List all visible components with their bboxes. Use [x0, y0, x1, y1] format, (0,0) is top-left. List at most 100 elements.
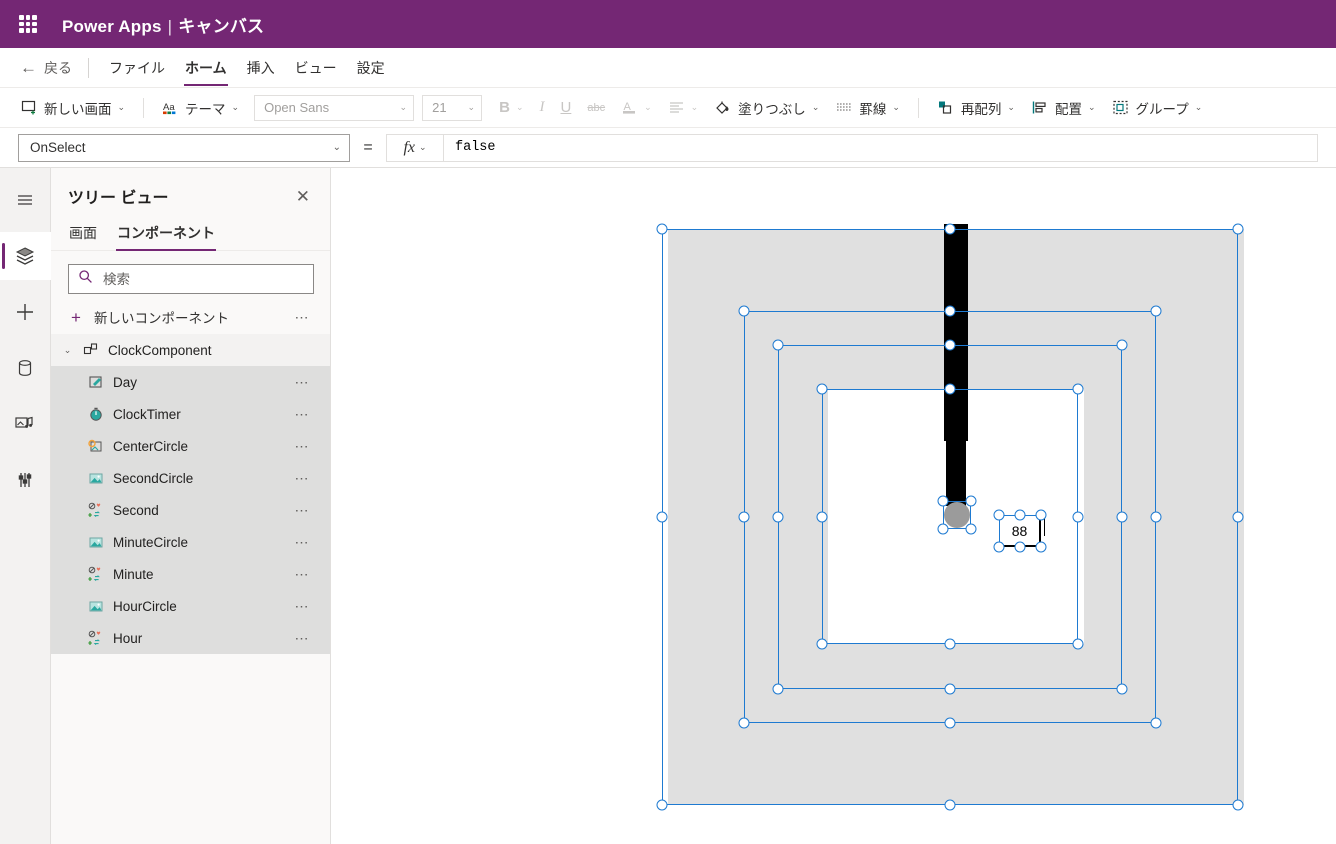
design-canvas[interactable]: 88: [331, 168, 1336, 844]
minutecircle-handle-e[interactable]: [1116, 511, 1128, 523]
minutecircle-handle-ne[interactable]: [1116, 339, 1128, 351]
app-launcher-icon[interactable]: [12, 8, 44, 40]
tab-screens[interactable]: 画面: [68, 218, 98, 250]
italic-button[interactable]: I: [532, 94, 551, 121]
search-input[interactable]: [101, 270, 304, 288]
secondcircle-handle-n[interactable]: [944, 383, 956, 395]
secondcircle-handle-e[interactable]: [1072, 511, 1084, 523]
back-button[interactable]: ← 戻る: [14, 58, 78, 78]
tree-node-overflow-icon[interactable]: ⋯: [295, 598, 315, 615]
secondcircle-handle-sw[interactable]: [816, 638, 828, 650]
centercircle-handle-sw[interactable]: [937, 523, 949, 535]
close-icon[interactable]: ✕: [292, 186, 314, 207]
tree-node-overflow-icon[interactable]: ⋯: [295, 374, 315, 391]
data-cylinder-icon[interactable]: [0, 344, 51, 392]
secondcircle-handle-w[interactable]: [816, 511, 828, 523]
align-objects-button[interactable]: 配置 ⌄: [1024, 93, 1103, 123]
tree-node-clockcomponent[interactable]: ⌄ ClockComponent: [51, 334, 330, 366]
menu-item-file[interactable]: ファイル: [99, 51, 175, 85]
minutecircle-handle-n[interactable]: [944, 339, 956, 351]
new-component-overflow-icon[interactable]: ⋯: [295, 309, 315, 326]
tree-node-overflow-icon[interactable]: ⋯: [295, 406, 315, 423]
secondcircle-handle-se[interactable]: [1072, 638, 1084, 650]
hourcircle-handle-w[interactable]: [738, 511, 750, 523]
border-button[interactable]: 罫線 ⌄: [828, 93, 907, 123]
label-handle-n[interactable]: [1014, 509, 1026, 521]
hourcircle-handle-n[interactable]: [944, 305, 956, 317]
resize-handle-sw[interactable]: [656, 799, 668, 811]
centercircle-handle-nw[interactable]: [937, 495, 949, 507]
label-handle-ne[interactable]: [1035, 509, 1047, 521]
tree-node-minute[interactable]: Minute ⋯: [51, 558, 330, 590]
resize-handle-nw[interactable]: [656, 223, 668, 235]
resize-handle-s[interactable]: [944, 799, 956, 811]
secondcircle-handle-nw[interactable]: [816, 383, 828, 395]
font-family-select[interactable]: Open Sans ⌄: [254, 94, 415, 121]
chevron-down-icon[interactable]: ⌄: [61, 345, 74, 356]
minutecircle-handle-nw[interactable]: [772, 339, 784, 351]
centercircle-handle-ne[interactable]: [965, 495, 977, 507]
label-handle-sw[interactable]: [993, 541, 1005, 553]
new-component-button[interactable]: + 新しいコンポーネント ⋯: [51, 300, 330, 334]
tree-node-second[interactable]: Second ⋯: [51, 494, 330, 526]
label-handle-se[interactable]: [1035, 541, 1047, 553]
tree-node-overflow-icon[interactable]: ⋯: [295, 438, 315, 455]
variables-icon[interactable]: [0, 456, 51, 504]
hourcircle-handle-e[interactable]: [1150, 511, 1162, 523]
menu-item-settings[interactable]: 設定: [347, 51, 395, 85]
secondcircle-handle-ne[interactable]: [1072, 383, 1084, 395]
hourcircle-handle-sw[interactable]: [738, 717, 750, 729]
tree-node-clocktimer[interactable]: ClockTimer ⋯: [51, 398, 330, 430]
tree-view-layers-icon[interactable]: [0, 232, 51, 280]
insert-plus-icon[interactable]: [0, 288, 51, 336]
tree-node-overflow-icon[interactable]: ⋯: [295, 502, 315, 519]
minutecircle-handle-s[interactable]: [944, 683, 956, 695]
hamburger-menu-icon[interactable]: [0, 176, 51, 224]
reorder-button[interactable]: 再配列 ⌄: [930, 93, 1022, 123]
tree-node-hour[interactable]: Hour ⋯: [51, 622, 330, 654]
tree-node-overflow-icon[interactable]: ⋯: [295, 630, 315, 647]
underline-button[interactable]: U: [553, 94, 578, 121]
group-button[interactable]: グループ ⌄: [1105, 93, 1210, 123]
strikethrough-button[interactable]: abc: [580, 97, 612, 119]
resize-handle-n[interactable]: [944, 223, 956, 235]
tree-node-overflow-icon[interactable]: ⋯: [295, 470, 315, 487]
label-handle-s[interactable]: [1014, 541, 1026, 553]
resize-handle-se[interactable]: [1232, 799, 1244, 811]
font-size-select[interactable]: 21 ⌄: [422, 94, 483, 121]
text-align-button[interactable]: ⌄: [661, 94, 706, 121]
tree-node-overflow-icon[interactable]: ⋯: [295, 534, 315, 551]
resize-handle-ne[interactable]: [1232, 223, 1244, 235]
fx-button[interactable]: fx ⌄: [386, 133, 444, 162]
centercircle-handle-se[interactable]: [965, 523, 977, 535]
font-color-button[interactable]: A ⌄: [614, 94, 659, 121]
fill-button[interactable]: 塗りつぶし ⌄: [707, 93, 826, 123]
search-box[interactable]: [68, 264, 314, 294]
tree-node-secondcircle[interactable]: SecondCircle ⋯: [51, 462, 330, 494]
formula-input[interactable]: false: [444, 133, 1318, 162]
hourcircle-handle-ne[interactable]: [1150, 305, 1162, 317]
tab-components[interactable]: コンポーネント: [116, 218, 216, 251]
new-screen-button[interactable]: 新しい画面 ⌄: [14, 93, 132, 123]
theme-button[interactable]: Aa テーマ ⌄: [155, 93, 246, 123]
resize-handle-w[interactable]: [656, 511, 668, 523]
menu-item-view[interactable]: ビュー: [285, 51, 347, 85]
minutecircle-handle-w[interactable]: [772, 511, 784, 523]
resize-handle-e[interactable]: [1232, 511, 1244, 523]
tree-node-centercircle[interactable]: CenterCircle ⋯: [51, 430, 330, 462]
hourcircle-handle-nw[interactable]: [738, 305, 750, 317]
menu-item-insert[interactable]: 挿入: [237, 51, 285, 85]
media-icon[interactable]: [0, 400, 51, 448]
canvas-surface[interactable]: 88: [331, 168, 1336, 844]
tree-node-minutecircle[interactable]: MinuteCircle ⋯: [51, 526, 330, 558]
secondcircle-handle-s[interactable]: [944, 638, 956, 650]
minutecircle-handle-sw[interactable]: [772, 683, 784, 695]
tree-node-hourcircle[interactable]: HourCircle ⋯: [51, 590, 330, 622]
tree-node-overflow-icon[interactable]: ⋯: [295, 566, 315, 583]
tree-node-day[interactable]: Day ⋯: [51, 366, 330, 398]
property-select[interactable]: OnSelect ⌄: [18, 133, 350, 162]
label-handle-nw[interactable]: [993, 509, 1005, 521]
menu-item-home[interactable]: ホーム: [175, 51, 237, 86]
bold-button[interactable]: B ⌄: [492, 94, 530, 121]
minutecircle-handle-se[interactable]: [1116, 683, 1128, 695]
